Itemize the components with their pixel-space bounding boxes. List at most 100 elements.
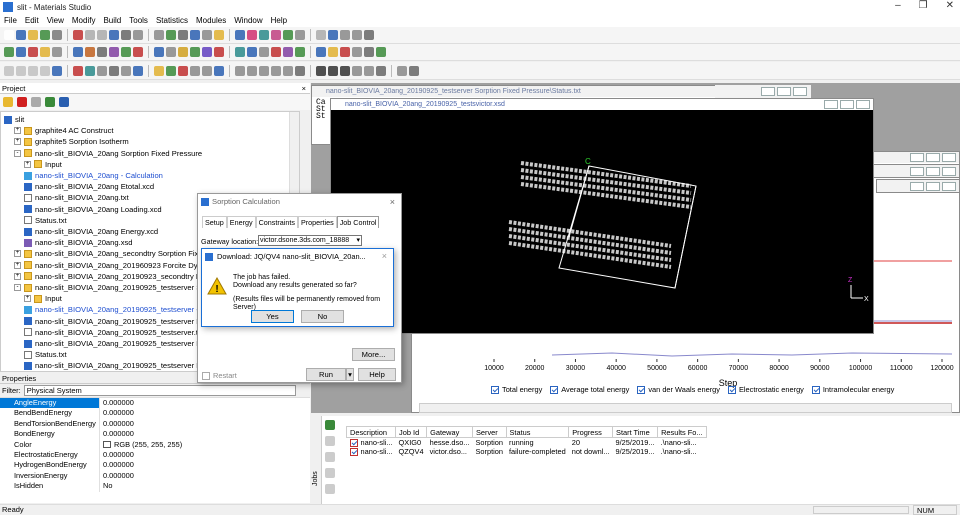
- toolbar-tool-icon[interactable]: [121, 65, 131, 76]
- toolbar-tool-icon[interactable]: [52, 65, 62, 76]
- toolbar-tool-icon[interactable]: [154, 47, 164, 57]
- close-icon[interactable]: [942, 167, 956, 176]
- legend-checkbox[interactable]: [811, 386, 820, 395]
- tree-item[interactable]: - nano-slit_BIOVIA_20ang_20190925_testser…: [14, 282, 214, 293]
- delete-icon[interactable]: [17, 97, 27, 107]
- toolbar-tool-icon[interactable]: [295, 65, 305, 76]
- toolbar-tool-icon[interactable]: [4, 30, 14, 40]
- refresh-jobs-icon[interactable]: [325, 420, 335, 430]
- property-row[interactable]: BondEnergy 0.000000: [0, 429, 310, 440]
- job-row[interactable]: nano-sli... QXIG0 hesse.dso... Sorption runn…: [347, 438, 707, 448]
- toolbar-tool-icon[interactable]: [85, 65, 95, 76]
- toolbar-tool-icon[interactable]: [133, 30, 143, 40]
- menu-tools[interactable]: Tools: [125, 16, 152, 25]
- toolbar-tool-icon[interactable]: [40, 47, 50, 57]
- minor-window-2[interactable]: [876, 179, 960, 193]
- maximize-icon[interactable]: [926, 153, 940, 162]
- column-header[interactable]: Gateway: [426, 426, 473, 438]
- toolbar-tool-icon[interactable]: [121, 30, 131, 40]
- toolbar-tool-icon[interactable]: [85, 30, 95, 40]
- toolbar-tool-icon[interactable]: [178, 65, 188, 76]
- toolbar-tool-icon[interactable]: [73, 30, 83, 40]
- expand-icon[interactable]: +: [24, 160, 31, 168]
- toolbar-tool-icon[interactable]: [109, 30, 119, 40]
- toolbar-tool-icon[interactable]: [190, 65, 200, 76]
- run-button[interactable]: Run: [306, 368, 346, 381]
- toolbar-tool-icon[interactable]: [190, 47, 200, 57]
- legend-checkbox[interactable]: [637, 386, 646, 395]
- filter-select[interactable]: Physical System: [23, 385, 296, 396]
- column-header[interactable]: Description: [345, 426, 397, 438]
- maximize-icon[interactable]: [840, 100, 854, 109]
- toolbar-tool-icon[interactable]: [16, 65, 26, 76]
- properties-icon[interactable]: [31, 97, 41, 107]
- tree-item[interactable]: + graphite5 Sorption Isotherm: [14, 136, 129, 147]
- no-button[interactable]: No: [301, 310, 344, 323]
- toolbar-tool-icon[interactable]: [247, 65, 257, 76]
- legend-checkbox[interactable]: [727, 386, 736, 395]
- toolbar-tool-icon[interactable]: [247, 30, 257, 40]
- close-icon[interactable]: ×: [302, 83, 306, 94]
- collapse-icon[interactable]: -: [14, 149, 21, 157]
- toolbar-tool-icon[interactable]: [316, 65, 326, 76]
- menu-build[interactable]: Build: [99, 16, 125, 25]
- toolbar-tool-icon[interactable]: [283, 30, 293, 40]
- minimize-icon[interactable]: [824, 100, 838, 109]
- legend-item[interactable]: van der Waals energy: [637, 385, 720, 395]
- legend-item[interactable]: Average total energy: [550, 385, 629, 395]
- tree-item[interactable]: nano-slit_BIOVIA_20ang Energy.xcd: [24, 226, 158, 237]
- toolbar-tool-icon[interactable]: [295, 47, 305, 57]
- tree-item[interactable]: nano-slit_BIOVIA_20ang.txt: [24, 192, 129, 203]
- minimize-icon[interactable]: [910, 153, 924, 162]
- toolbar-tool-icon[interactable]: [178, 47, 188, 57]
- toolbar-tool-icon[interactable]: [154, 65, 164, 76]
- toolbar-tool-icon[interactable]: [154, 30, 164, 40]
- tree-item[interactable]: + Input: [24, 159, 62, 170]
- toolbar-tool-icon[interactable]: [283, 65, 293, 76]
- minimize-icon[interactable]: –: [895, 0, 901, 11]
- toolbar-tool-icon[interactable]: [97, 47, 107, 57]
- property-row[interactable]: HydrogenBondEnergy 0.000000: [0, 460, 310, 471]
- column-header[interactable]: Status: [505, 426, 570, 438]
- menu-edit[interactable]: Edit: [21, 16, 43, 25]
- toolbar-tool-icon[interactable]: [271, 47, 281, 57]
- property-row[interactable]: IsHidden No: [0, 481, 310, 492]
- property-row[interactable]: InversionEnergy 0.000000: [0, 470, 310, 482]
- toolbar-tool-icon[interactable]: [16, 47, 26, 57]
- toolbar-tool-icon[interactable]: [4, 65, 14, 76]
- toolbar-tool-icon[interactable]: [166, 30, 176, 40]
- toolbar-tool-icon[interactable]: [376, 47, 386, 57]
- menu-help[interactable]: Help: [267, 16, 291, 25]
- legend-checkbox[interactable]: [550, 386, 559, 395]
- tree-item[interactable]: slit: [4, 114, 24, 125]
- toolbar-tool-icon[interactable]: [28, 47, 38, 57]
- toolbar-tool-icon[interactable]: [202, 47, 212, 57]
- view-results-icon[interactable]: [325, 452, 335, 462]
- toolbar-tool-icon[interactable]: [352, 47, 362, 57]
- menu-modify[interactable]: Modify: [68, 16, 100, 25]
- toolbar-tool-icon[interactable]: [352, 30, 362, 40]
- tab-properties[interactable]: Properties: [297, 216, 337, 228]
- toolbar-tool-icon[interactable]: [259, 47, 269, 57]
- toolbar-tool-icon[interactable]: [73, 65, 83, 76]
- maximize-icon[interactable]: [926, 167, 940, 176]
- delete-job-icon[interactable]: [325, 484, 335, 494]
- new-folder-icon[interactable]: [3, 97, 13, 107]
- legend-item[interactable]: Total energy: [491, 385, 542, 395]
- toolbar-tool-icon[interactable]: [271, 65, 281, 76]
- toolbar-tool-icon[interactable]: [40, 65, 50, 76]
- toolbar-tool-icon[interactable]: [121, 47, 131, 57]
- close-icon[interactable]: [942, 153, 956, 162]
- stop-job-icon[interactable]: [325, 436, 335, 446]
- tree-item[interactable]: nano-slit_BIOVIA_20ang - Calculation: [24, 170, 163, 181]
- import-icon[interactable]: [59, 97, 69, 107]
- toolbar-tool-icon[interactable]: [85, 47, 95, 57]
- toolbar-tool-icon[interactable]: [202, 30, 212, 40]
- tree-item[interactable]: nano-slit_BIOVIA_20ang Loading.xcd: [24, 204, 162, 215]
- property-row[interactable]: AngleEnergy 0.000000: [0, 398, 310, 409]
- toolbar-tool-icon[interactable]: [235, 65, 245, 76]
- toolbar-tool-icon[interactable]: [97, 30, 107, 40]
- toolbar-tool-icon[interactable]: [259, 65, 269, 76]
- toolbar-tool-icon[interactable]: [28, 65, 38, 76]
- legend-item[interactable]: Electrostatic energy: [727, 385, 804, 395]
